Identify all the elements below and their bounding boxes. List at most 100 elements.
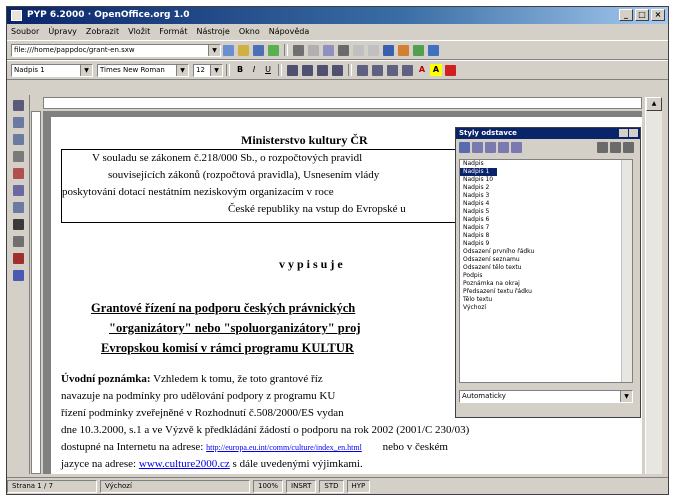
style-list-item[interactable]: Nadpis 10 <box>460 176 632 184</box>
character-styles-icon[interactable] <box>472 142 483 153</box>
insert-icon[interactable] <box>12 100 24 111</box>
status-zoom[interactable]: 100% <box>253 479 284 493</box>
style-list-item[interactable]: Odsazení seznamu <box>460 256 632 264</box>
insert-fields-icon[interactable] <box>12 117 24 128</box>
bullets-icon[interactable] <box>372 64 383 76</box>
find-replace-icon[interactable] <box>12 202 24 213</box>
style-list-item[interactable]: Nadpis 8 <box>460 232 632 240</box>
stylist-close-button[interactable] <box>629 129 638 137</box>
open-icon[interactable] <box>238 44 249 56</box>
background-color-icon[interactable] <box>445 64 456 76</box>
menu-insert[interactable]: Vložit <box>128 27 150 36</box>
save-icon[interactable] <box>253 44 264 56</box>
nonprinting-chars-icon[interactable] <box>12 219 24 230</box>
macro-icon[interactable] <box>12 270 24 281</box>
datasource-icon[interactable] <box>428 44 439 56</box>
font-color-button[interactable]: A <box>416 64 428 76</box>
style-list-item[interactable]: Nadpis 2 <box>460 184 632 192</box>
style-list-item-selected[interactable]: Nadpis 1 <box>460 168 497 176</box>
style-list-item[interactable]: Výchozí <box>460 304 632 312</box>
style-list-item[interactable]: Nadpis 3 <box>460 192 632 200</box>
copy-icon[interactable] <box>323 44 334 56</box>
menu-window[interactable]: Okno <box>239 27 260 36</box>
paragraph-styles-icon[interactable] <box>459 142 470 153</box>
new-style-icon[interactable] <box>610 142 621 153</box>
fill-format-icon[interactable] <box>597 142 608 153</box>
style-list-item[interactable]: Tělo textu <box>460 296 632 304</box>
update-style-icon[interactable] <box>623 142 634 153</box>
hyperlink-europa[interactable]: http://europa.eu.int/comm/culture/index_… <box>206 443 362 452</box>
align-center-icon[interactable] <box>302 64 313 76</box>
paste-icon[interactable] <box>338 44 349 56</box>
style-list-item[interactable]: Poznámka na okraj <box>460 280 632 288</box>
menu-help[interactable]: Nápověda <box>269 27 310 36</box>
vertical-scrollbar[interactable]: ▲ <box>645 97 662 474</box>
style-list-item[interactable]: Nadpis 4 <box>460 200 632 208</box>
align-right-icon[interactable] <box>317 64 328 76</box>
style-list-item[interactable]: Nadpis 6 <box>460 216 632 224</box>
style-list-item[interactable]: Nadpis 7 <box>460 224 632 232</box>
scroll-up-button[interactable]: ▲ <box>646 97 662 111</box>
spellcheck-icon[interactable] <box>12 168 24 179</box>
insert-object-icon[interactable] <box>12 134 24 145</box>
maximize-button[interactable]: □ <box>635 9 649 21</box>
url-combo[interactable]: file:///home/pappdoc/grant-en.sxw ▼ <box>11 43 221 57</box>
menu-tools[interactable]: Nástroje <box>196 27 229 36</box>
chevron-down-icon[interactable]: ▼ <box>80 64 92 76</box>
page-styles-icon[interactable] <box>498 142 509 153</box>
font-size-combo[interactable]: 12 ▼ <box>193 63 223 77</box>
style-list-item[interactable]: Nadpis 9 <box>460 240 632 248</box>
decrease-indent-icon[interactable] <box>387 64 398 76</box>
style-list-item[interactable]: Odsazení tělo textu <box>460 264 632 272</box>
style-list-item[interactable]: Podpis <box>460 272 632 280</box>
stylist-icon[interactable] <box>398 44 409 56</box>
chevron-down-icon[interactable]: ▼ <box>210 64 222 76</box>
close-button[interactable]: × <box>651 9 665 21</box>
undo-icon[interactable] <box>353 44 364 56</box>
stylist-pin-button[interactable] <box>619 129 628 137</box>
increase-indent-icon[interactable] <box>402 64 413 76</box>
style-list-scrollbar[interactable] <box>621 160 632 382</box>
status-selection-mode[interactable]: STD <box>319 479 344 493</box>
cut-icon[interactable] <box>308 44 319 56</box>
style-list-item[interactable]: Nadpis 5 <box>460 208 632 216</box>
align-justify-icon[interactable] <box>332 64 343 76</box>
show-draw-functions-icon[interactable] <box>12 151 24 162</box>
highlight-button[interactable]: A <box>430 64 442 76</box>
vertical-ruler[interactable] <box>31 111 41 474</box>
chevron-down-icon[interactable]: ▼ <box>208 44 220 56</box>
minimize-button[interactable]: _ <box>619 9 633 21</box>
numbering-icon[interactable] <box>357 64 368 76</box>
menu-format[interactable]: Formát <box>159 27 187 36</box>
style-list[interactable]: Nadpis Nadpis 1 Nadpis 10 Nadpis 2 Nadpi… <box>459 159 633 383</box>
back-icon[interactable] <box>223 44 234 56</box>
underline-button[interactable]: U <box>262 64 274 76</box>
hyperlink-culture2000[interactable]: www.culture2000.cz <box>139 458 230 470</box>
menu-edit[interactable]: Úpravy <box>48 27 77 36</box>
status-hyperlink-mode[interactable]: HYP <box>346 479 371 493</box>
online-layout-icon[interactable] <box>12 236 24 247</box>
style-list-item[interactable]: Předsazení textu řádku <box>460 288 632 296</box>
align-left-icon[interactable] <box>287 64 298 76</box>
menu-file[interactable]: Soubor <box>11 27 39 36</box>
horizontal-ruler[interactable] <box>43 97 642 109</box>
font-name-combo[interactable]: Times New Roman ▼ <box>97 63 189 77</box>
chevron-down-icon[interactable]: ▼ <box>620 391 632 402</box>
hyperlink-icon[interactable] <box>12 253 24 264</box>
navigator-icon[interactable] <box>383 44 394 56</box>
style-list-item[interactable]: Nadpis <box>460 160 632 168</box>
frame-styles-icon[interactable] <box>485 142 496 153</box>
redo-icon[interactable] <box>368 44 379 56</box>
numbering-styles-icon[interactable] <box>511 142 522 153</box>
chevron-down-icon[interactable]: ▼ <box>176 64 188 76</box>
italic-button[interactable]: I <box>248 64 260 76</box>
edit-icon[interactable] <box>268 44 279 56</box>
bold-button[interactable]: B <box>234 64 246 76</box>
status-insert-mode[interactable]: INSRT <box>286 479 317 493</box>
gallery-icon[interactable] <box>413 44 424 56</box>
print-icon[interactable] <box>293 44 304 56</box>
menu-view[interactable]: Zobrazit <box>86 27 119 36</box>
autospellcheck-icon[interactable] <box>12 185 24 196</box>
paragraph-style-combo[interactable]: Nadpis 1 ▼ <box>11 63 93 77</box>
style-filter-combo[interactable]: Automaticky ▼ <box>459 390 633 403</box>
